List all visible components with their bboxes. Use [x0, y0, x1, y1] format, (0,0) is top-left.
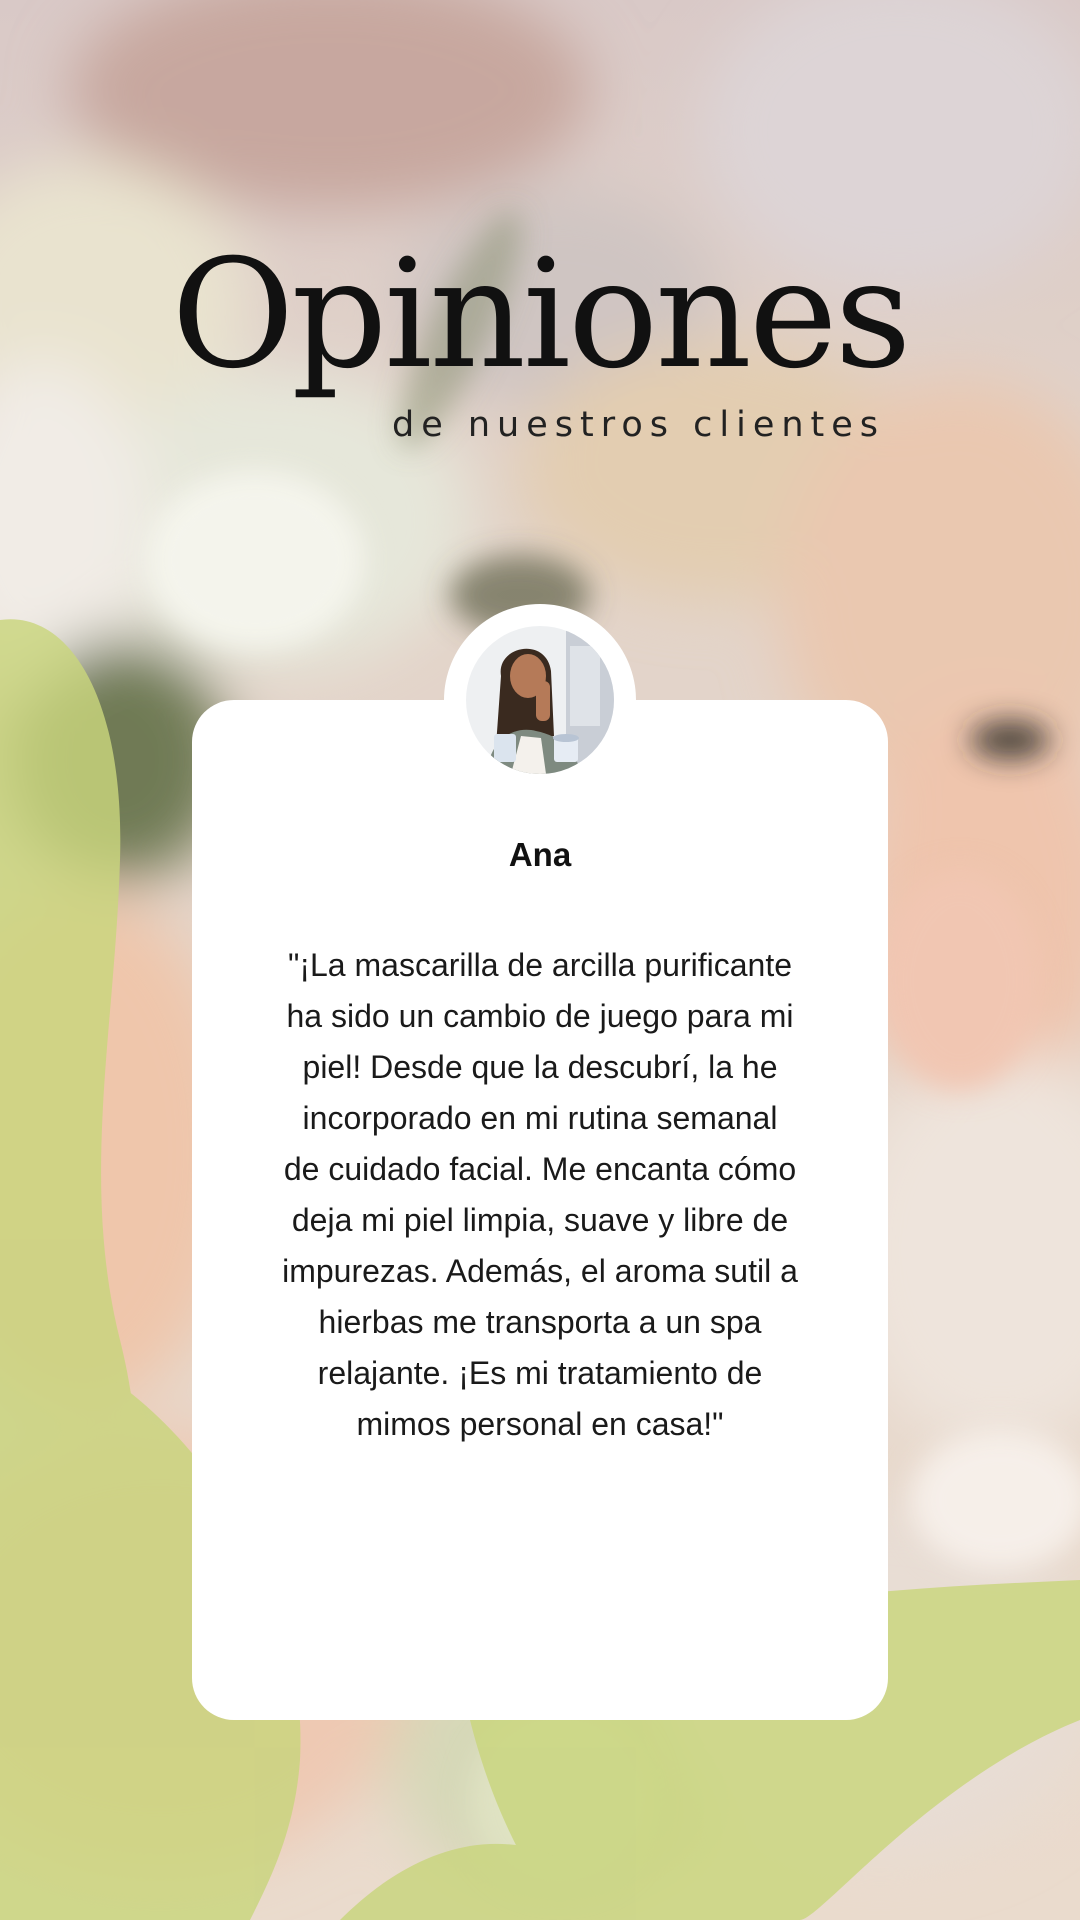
- testimonial-quote: "¡La mascarilla de arcilla purificante h…: [282, 947, 798, 1442]
- reviewer-name: Ana: [508, 836, 572, 873]
- page-subtitle: de nuestros clientes: [392, 405, 886, 445]
- avatar-photo: [466, 626, 614, 774]
- avatar: [466, 626, 614, 774]
- page-title: Opiniones: [171, 228, 911, 402]
